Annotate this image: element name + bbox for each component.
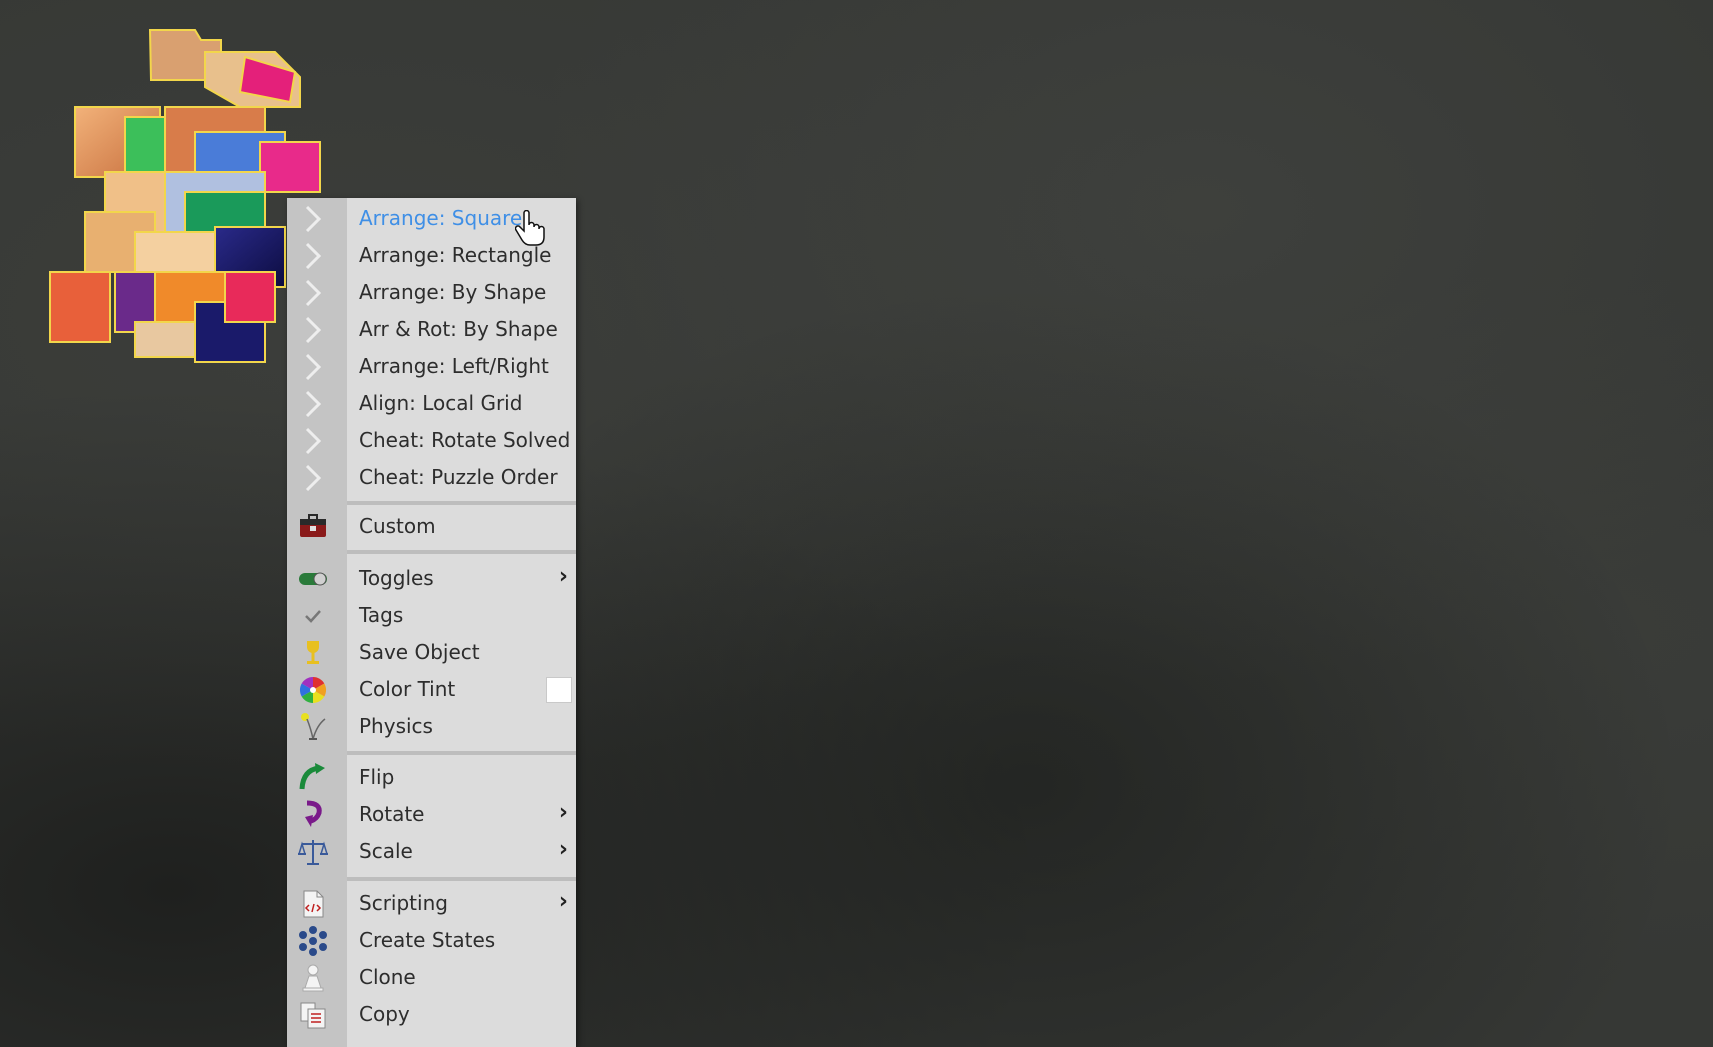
menu-item-align-local-grid[interactable]: Align: Local Grid <box>287 385 576 422</box>
menu-item-custom[interactable]: Custom <box>287 508 576 545</box>
submenu-arrow-icon: › <box>558 564 568 589</box>
menu-item-label: Clone <box>359 965 416 989</box>
hand-pointer-cursor-icon <box>515 210 545 246</box>
menu-item-label: Custom <box>359 514 436 538</box>
menu-item-tags[interactable]: Tags <box>287 597 576 634</box>
menu-item-scripting[interactable]: Scripting › <box>287 885 576 922</box>
menu-item-label: Arrange: Left/Right <box>359 354 549 378</box>
menu-item-label: Rotate <box>359 802 425 826</box>
menu-item-label: Align: Local Grid <box>359 391 523 415</box>
balance-scale-icon <box>297 840 329 865</box>
context-menu: Arrange: Square Arrange: Rectangle Arran… <box>287 198 576 1047</box>
menu-item-clone[interactable]: Clone <box>287 959 576 996</box>
copy-icon <box>300 1002 326 1029</box>
arrow-right-icon <box>305 427 322 455</box>
menu-item-toggles[interactable]: Toggles › <box>287 560 576 597</box>
menu-item-copy[interactable]: Copy <box>287 996 576 1033</box>
menu-separator <box>347 501 576 505</box>
menu-separator <box>347 751 576 755</box>
menu-item-label: Flip <box>359 765 395 789</box>
physics-icon <box>301 713 326 740</box>
arrow-right-icon <box>305 242 322 270</box>
states-icon <box>299 926 327 956</box>
menu-item-label: Scripting <box>359 891 448 915</box>
menu-item-label: Arrange: Square <box>359 206 523 230</box>
menu-item-label: Create States <box>359 928 496 952</box>
menu-item-create-states[interactable]: Create States <box>287 922 576 959</box>
color-swatch[interactable] <box>546 677 572 703</box>
toggle-icon <box>299 572 327 586</box>
arrow-right-icon <box>305 316 322 344</box>
menu-item-label: Arr & Rot: By Shape <box>359 317 558 341</box>
menu-item-label: Cheat: Rotate Solved <box>359 428 571 452</box>
rotate-arrow-icon <box>305 800 322 827</box>
menu-item-arr-rot-by-shape[interactable]: Arr & Rot: By Shape <box>287 311 576 348</box>
menu-item-label: Toggles <box>359 566 434 590</box>
menu-item-label: Arrange: By Shape <box>359 280 547 304</box>
menu-item-label: Cheat: Puzzle Order <box>359 465 558 489</box>
code-document-icon <box>303 890 324 918</box>
flip-arrow-icon <box>299 763 325 790</box>
submenu-arrow-icon: › <box>558 889 568 914</box>
menu-item-scale[interactable]: Scale › <box>287 833 576 870</box>
arrow-right-icon <box>305 464 322 492</box>
submenu-arrow-icon: › <box>558 800 568 825</box>
menu-item-label: Save Object <box>359 640 480 664</box>
menu-item-arrange-by-shape[interactable]: Arrange: By Shape <box>287 274 576 311</box>
color-wheel-icon <box>299 676 327 704</box>
arrow-right-icon <box>305 353 322 381</box>
menu-item-color-tint[interactable]: Color Tint <box>287 671 576 708</box>
arrow-right-icon <box>305 279 322 307</box>
trophy-icon <box>307 641 319 664</box>
menu-item-label: Color Tint <box>359 677 456 701</box>
menu-separator <box>347 877 576 881</box>
arrow-right-icon <box>305 390 322 418</box>
menu-item-label: Scale <box>359 839 413 863</box>
menu-separator <box>347 550 576 554</box>
menu-item-flip[interactable]: Flip <box>287 759 576 796</box>
submenu-arrow-icon: › <box>558 837 568 862</box>
pawn-icon <box>302 964 324 992</box>
menu-item-cheat-rotate-solved[interactable]: Cheat: Rotate Solved <box>287 422 576 459</box>
menu-item-label: Arrange: Rectangle <box>359 243 552 267</box>
checkmark-icon <box>305 610 321 623</box>
menu-item-save-object[interactable]: Save Object <box>287 634 576 671</box>
menu-item-cheat-puzzle-order[interactable]: Cheat: Puzzle Order <box>287 459 576 496</box>
arrow-right-icon <box>305 205 322 233</box>
toolbox-icon <box>300 514 326 537</box>
menu-item-label: Copy <box>359 1002 410 1026</box>
menu-item-label: Physics <box>359 714 433 738</box>
menu-item-rotate[interactable]: Rotate › <box>287 796 576 833</box>
menu-item-arrange-left-right[interactable]: Arrange: Left/Right <box>287 348 576 385</box>
menu-item-label: Tags <box>359 603 404 627</box>
menu-item-physics[interactable]: Physics <box>287 708 576 745</box>
